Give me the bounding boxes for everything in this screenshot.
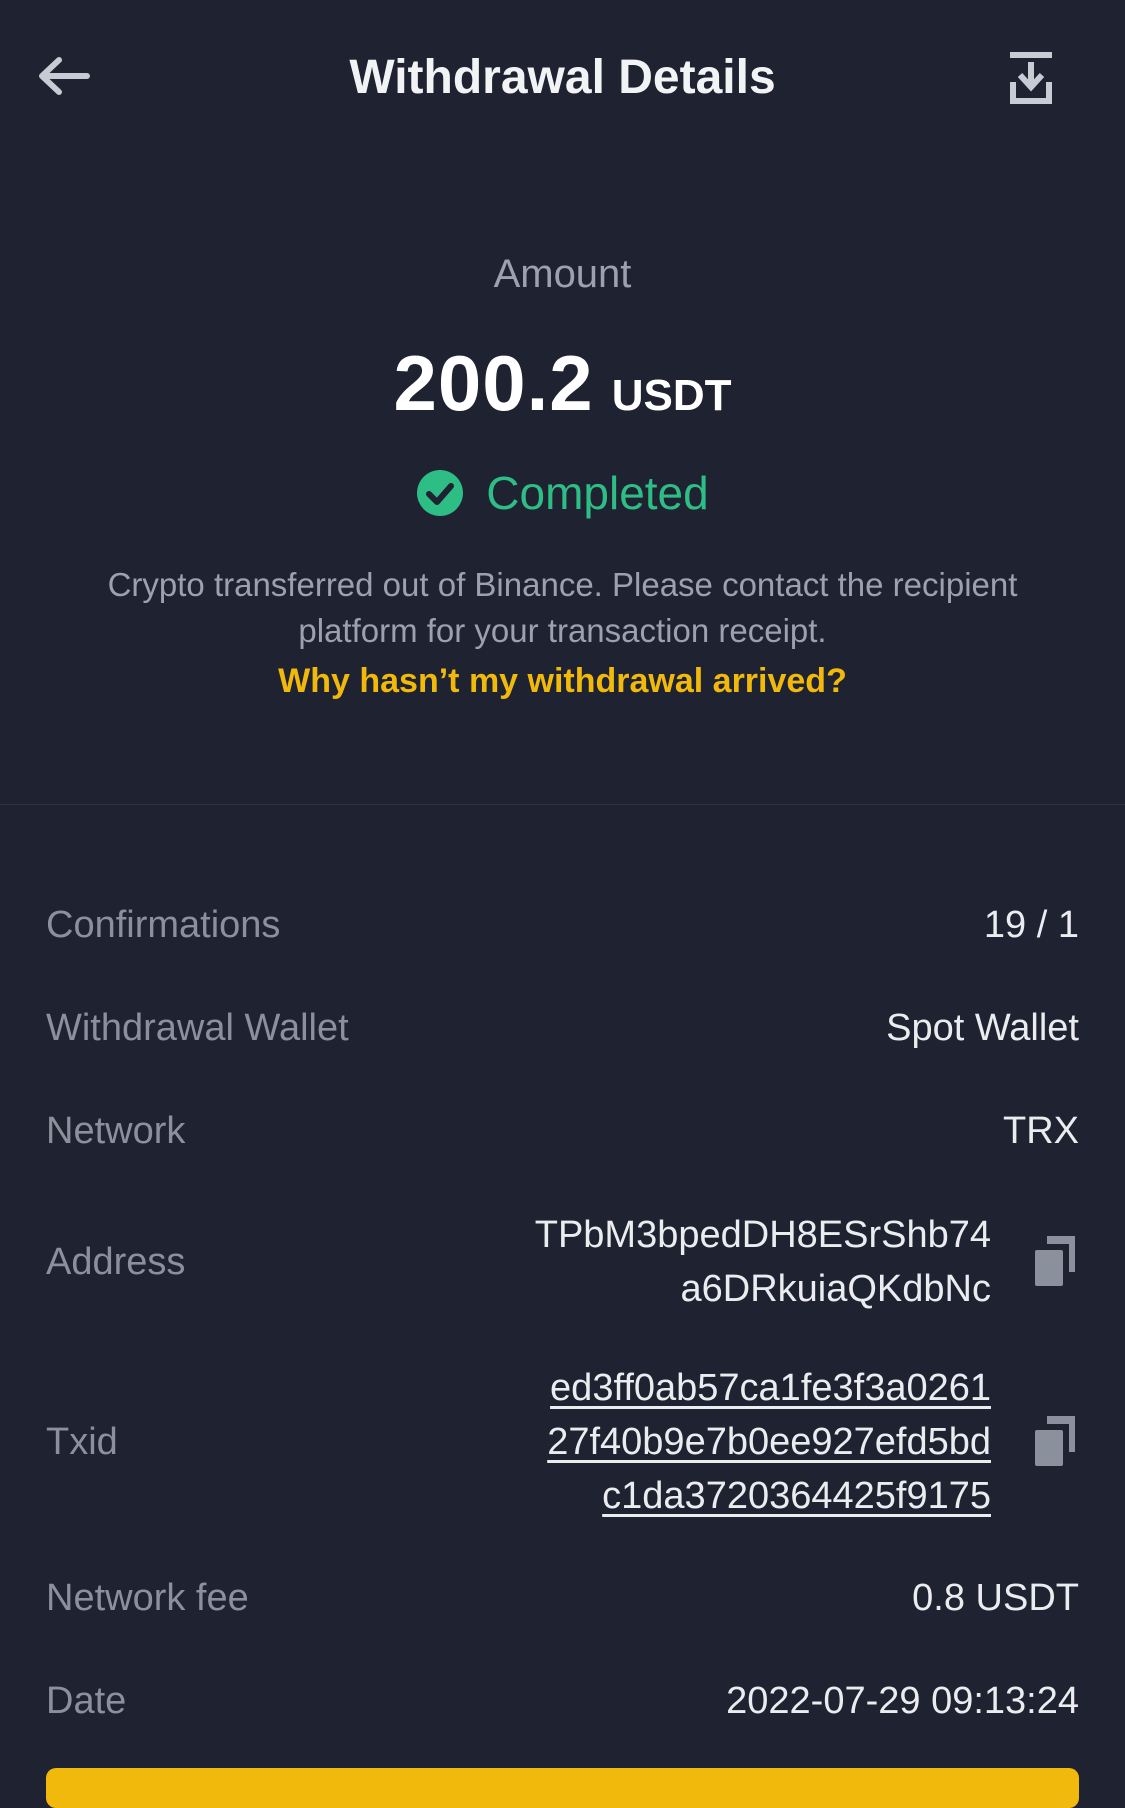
network-value: TRX — [1003, 1109, 1079, 1152]
divider — [0, 804, 1125, 805]
fee-label: Network fee — [46, 1576, 249, 1619]
address-label: Address — [46, 1240, 186, 1283]
status-text: Completed — [486, 467, 709, 519]
status-row: Completed — [0, 466, 1125, 520]
address-line: a6DRkuiaQKdbNc — [680, 1268, 991, 1310]
withdrawal-summary: Amount 200.2 USDT Completed Crypto trans… — [0, 160, 1125, 804]
row-date: Date 2022-07-29 09:13:24 — [46, 1671, 1079, 1731]
txid-label: Txid — [46, 1420, 118, 1463]
row-network: Network TRX — [46, 1101, 1079, 1161]
copy-txid-button[interactable] — [1031, 1414, 1079, 1470]
download-button[interactable] — [999, 46, 1063, 110]
download-icon — [1010, 52, 1052, 104]
copy-icon — [1035, 1416, 1075, 1466]
copy-icon — [1035, 1236, 1075, 1286]
amount-value: 200.2 — [393, 339, 594, 427]
address-value[interactable]: TPbM3bpedDH8ESrShb74 a6DRkuiaQKdbNc — [535, 1208, 991, 1316]
address-group: TPbM3bpedDH8ESrShb74 a6DRkuiaQKdbNc — [535, 1208, 1079, 1316]
confirmations-label: Confirmations — [46, 903, 281, 946]
row-txid: Txid ed3ff0ab57ca1fe3f3a0261 27f40b9e7b0… — [46, 1357, 1079, 1527]
wallet-label: Withdrawal Wallet — [46, 1006, 349, 1049]
txid-line: c1da3720364425f9175 — [602, 1475, 991, 1517]
bottom-action-button[interactable] — [46, 1768, 1079, 1808]
row-withdrawal-wallet: Withdrawal Wallet Spot Wallet — [46, 998, 1079, 1058]
amount-unit: USDT — [611, 371, 732, 420]
row-address: Address TPbM3bpedDH8ESrShb74 a6DRkuiaQKd… — [46, 1202, 1079, 1322]
txid-line: 27f40b9e7b0ee927efd5bd — [547, 1421, 991, 1463]
header: Withdrawal Details — [0, 0, 1125, 160]
info-text: Crypto transferred out of Binance. Pleas… — [107, 566, 1018, 649]
address-line: TPbM3bpedDH8ESrShb74 — [534, 1214, 991, 1256]
confirmations-value: 19 / 1 — [983, 903, 1079, 946]
amount-row: 200.2 USDT — [0, 338, 1125, 429]
date-value: 2022-07-29 09:13:24 — [726, 1679, 1079, 1722]
txid-group: ed3ff0ab57ca1fe3f3a0261 27f40b9e7b0ee927… — [547, 1361, 1079, 1523]
row-network-fee: Network fee 0.8 USDT — [46, 1568, 1079, 1628]
network-label: Network — [46, 1109, 186, 1152]
check-circle-icon — [417, 470, 464, 516]
date-label: Date — [46, 1679, 127, 1722]
txid-value[interactable]: ed3ff0ab57ca1fe3f3a0261 27f40b9e7b0ee927… — [547, 1361, 991, 1523]
wallet-value: Spot Wallet — [886, 1006, 1079, 1049]
fee-value: 0.8 USDT — [912, 1576, 1079, 1619]
row-confirmations: Confirmations 19 / 1 — [46, 895, 1079, 955]
amount-label: Amount — [493, 252, 632, 296]
txid-line: ed3ff0ab57ca1fe3f3a0261 — [550, 1367, 991, 1409]
page-title: Withdrawal Details — [349, 51, 776, 104]
help-link[interactable]: Why hasn’t my withdrawal arrived? — [0, 662, 1125, 701]
copy-address-button[interactable] — [1031, 1234, 1079, 1290]
